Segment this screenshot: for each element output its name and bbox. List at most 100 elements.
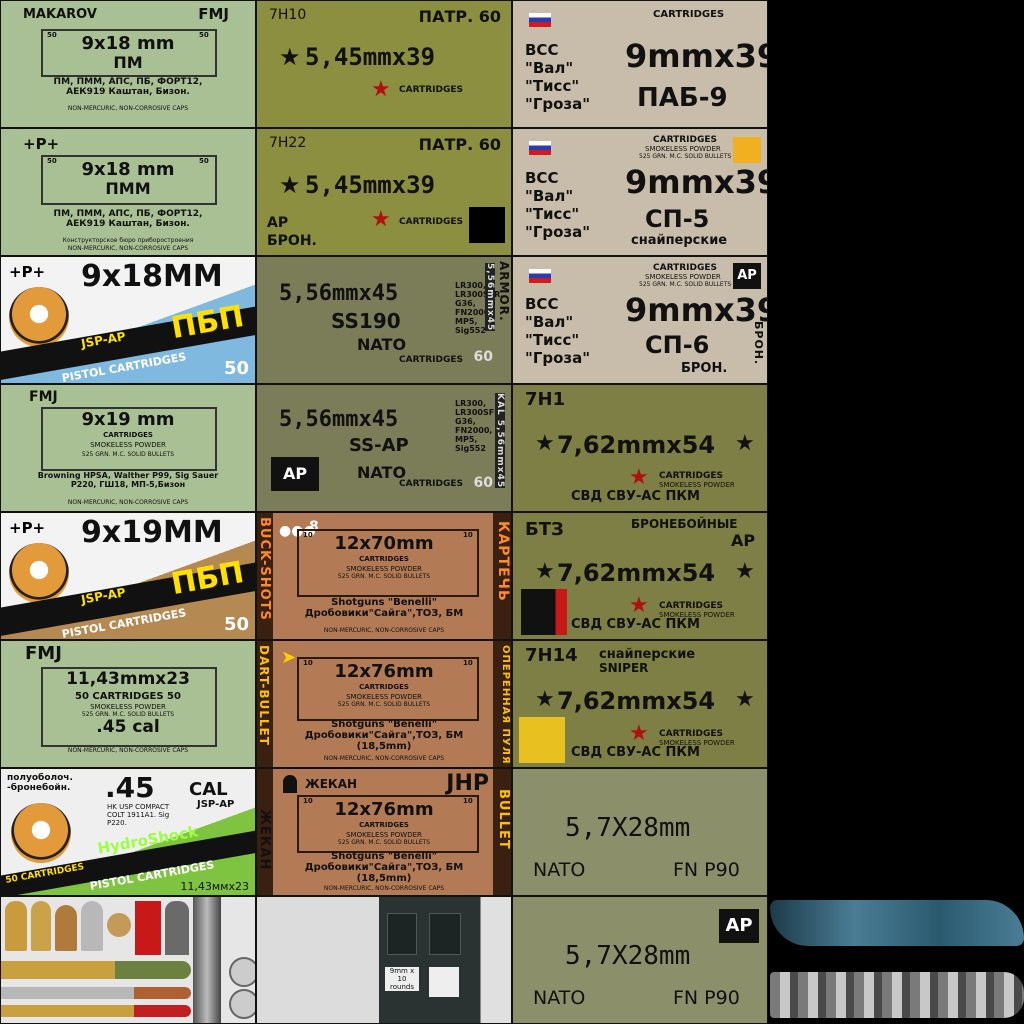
bron-side-label: БРОН.	[752, 321, 765, 366]
slug-icon	[283, 775, 297, 793]
count-label: 60	[473, 475, 493, 491]
radiation-icon	[429, 967, 459, 997]
red-star-icon: ★	[629, 465, 649, 490]
fmj-919-box: FMJ 9x19 mm CARTRIDGES SMOKELESS POWDER …	[0, 384, 256, 512]
red-star-icon: ★	[629, 721, 649, 746]
val-label: "Вал"	[525, 59, 574, 77]
code-label: 7Н1	[525, 389, 566, 410]
caliber-text: 5,7X28mm	[565, 941, 691, 971]
caliber-text: 9x18MM	[81, 259, 223, 294]
grain-line: 525 GRN. M.C. SOLID BULLETS	[337, 573, 431, 580]
vss-label: ВСС	[525, 295, 559, 313]
rifle-round-icon	[1, 961, 191, 979]
sniper-label: SNIPER	[599, 661, 649, 675]
panel-slot	[429, 913, 461, 955]
cartridges-label: CARTRIDGES	[399, 217, 464, 227]
powder-line: SMOKELESS POWDER	[346, 565, 422, 573]
vss-label: ВСС	[525, 169, 559, 187]
maker-note: Конструкторское бюро приборостроения	[62, 237, 194, 244]
7n10-ammo-box: 7Н10 ПАТР. 60 ★ 5,45mmx39 ★ CARTRIDGES	[256, 0, 512, 128]
buckshot-box: BUCK-SHOTS ●●● 8 10 10 12x70mm CARTRIDGE…	[256, 512, 512, 640]
cartridges-label: CARTRIDGES	[399, 85, 464, 95]
cal-45-text: .45 cal	[96, 717, 160, 737]
caliber-text: 5,7X28mm	[565, 813, 691, 843]
cartridges-label: CARTRIDGES	[659, 729, 724, 739]
compatible-guns: Shotguns "Benelli" Дробовики"Сайга",ТОЗ,…	[304, 719, 464, 752]
hydroshock-box: полуоболоч. -бронебойн. .45 CAL JSP-AP H…	[0, 768, 256, 896]
caliber-text: 9x18 mm	[81, 159, 175, 180]
makarov-label: MAKAROV	[23, 7, 97, 22]
compatible-guns: СВД СВУ-АС ПКМ	[571, 489, 700, 504]
armor-side-label: ARMOR.	[497, 261, 511, 322]
compatible-guns: СВД СВУ-АС ПКМ	[571, 617, 700, 632]
val-label: "Вал"	[525, 313, 574, 331]
code-label: БТЗ	[525, 519, 564, 540]
hollowpoint-round-icon	[55, 905, 77, 951]
powder-line: SMOKELESS POWDER	[346, 693, 422, 701]
sniper-label: снайперские	[631, 233, 728, 248]
cartridges-label: CARTRIDGES	[399, 355, 464, 365]
caliber-text: 7,62mmx54	[557, 559, 716, 587]
cartridges-line: CARTRIDGES	[359, 683, 409, 691]
rifle-round-icon	[1, 987, 191, 999]
powder-line: SMOKELESS POWDER	[659, 481, 735, 489]
caps-note: NON-MERCURIC, NON-CORROSIVE CAPS	[67, 499, 189, 506]
pbp-brand: ПБП	[168, 554, 247, 603]
groza-label: "Гроза"	[525, 95, 591, 113]
powder-line: SMOKELESS POWDER	[90, 441, 166, 449]
nato-label: NATO	[533, 987, 586, 1009]
caliber-text: 9x18 mm	[81, 33, 175, 54]
cartridges-header: CARTRIDGES	[653, 9, 725, 20]
grain-line: 525 GRN. M.C. SOLID BULLETS	[639, 281, 732, 288]
pmm-ammo-box: +P+ 50 50 9x18 mm ПММ ПМ, ПММ, АПС, ПБ, …	[0, 128, 256, 256]
cartridges-line: CARTRIDGES	[103, 431, 153, 439]
patr-label: ПАТР. 60	[418, 135, 501, 154]
star-icon: ★	[735, 559, 755, 584]
powder-line: SMOKELESS POWDER	[90, 703, 166, 711]
groza-label: "Гроза"	[525, 223, 591, 241]
pbp-919-box: +P+ 9x19MM JSP-AP ПБП PISTOL CARTRIDGES …	[0, 512, 256, 640]
caliber-text: 5,45mmx39	[305, 43, 436, 71]
caliber-text: 9mmx39	[625, 163, 768, 201]
caliber-text: .45	[105, 771, 155, 804]
caps-note: NON-MERCURIC, NON-CORROSIVE CAPS	[323, 885, 445, 892]
steel-round-icon	[81, 901, 103, 951]
cartridges-header: CARTRIDGES	[653, 135, 718, 145]
kartech-side-label: КАРТЕЧЬ	[495, 521, 511, 602]
caliber-text: 7,62mmx54	[557, 687, 716, 715]
grain-line: 525 GRN. M.C. SOLID BULLETS	[337, 839, 431, 846]
cartridges-label: CARTRIDGES	[659, 471, 724, 481]
tiger-logo-icon	[9, 543, 69, 603]
caliber-text: 12x76mm	[334, 661, 434, 682]
sniper-ru: снайперские	[599, 647, 696, 662]
tiger-logo-icon	[11, 803, 71, 863]
star-icon: ★	[535, 431, 555, 456]
val-label: "Вал"	[525, 187, 574, 205]
base-icon	[229, 989, 255, 1019]
compatible-guns: Shotguns "Benelli" Дробовики"Сайга",ТОЗ,…	[304, 597, 464, 619]
red-star-icon: ★	[371, 207, 391, 232]
ap-badge: AP	[271, 457, 319, 491]
yellow-square	[733, 137, 761, 163]
red-star-icon: ★	[371, 77, 391, 102]
p-plus-label: +P+	[9, 519, 46, 537]
compatible-guns: Browning HPSA, Walther P99, Sig Sauer P2…	[37, 471, 219, 489]
grenade-round-texture	[770, 972, 1024, 1018]
compatible-guns: ПМ, ПММ, АПС, ПБ, ФОРТ12, АЕК919 Каштан,…	[53, 209, 203, 229]
caps-note: NON-MERCURIC, NON-CORROSIVE CAPS	[67, 245, 189, 252]
fmj-label: FMJ	[198, 5, 229, 23]
caliber-text: 12x76mm	[334, 799, 434, 820]
russia-flag-icon	[529, 13, 551, 27]
caliber-text: 9mmx39	[625, 291, 768, 329]
caliber-text: 12x70mm	[334, 533, 434, 554]
base-icon	[229, 957, 255, 987]
grain-line: 525 GRN. M.C. SOLID BULLETS	[81, 451, 175, 458]
bron-label: БРОН.	[267, 233, 317, 249]
cartridges-label: CARTRIDGES	[399, 479, 464, 489]
kal-tag: KAL 5,56mmx45	[495, 393, 505, 489]
cartridges-line: CARTRIDGES	[359, 555, 409, 563]
groza-label: "Гроза"	[525, 349, 591, 367]
7n14-ammo-box: 7Н14 снайперские SNIPER ★ 7,62mmx54 ★ ★ …	[512, 640, 768, 768]
gun-label: FN P90	[673, 859, 740, 881]
caps-note: NON-MERCURIC, NON-CORROSIVE CAPS	[323, 755, 445, 762]
